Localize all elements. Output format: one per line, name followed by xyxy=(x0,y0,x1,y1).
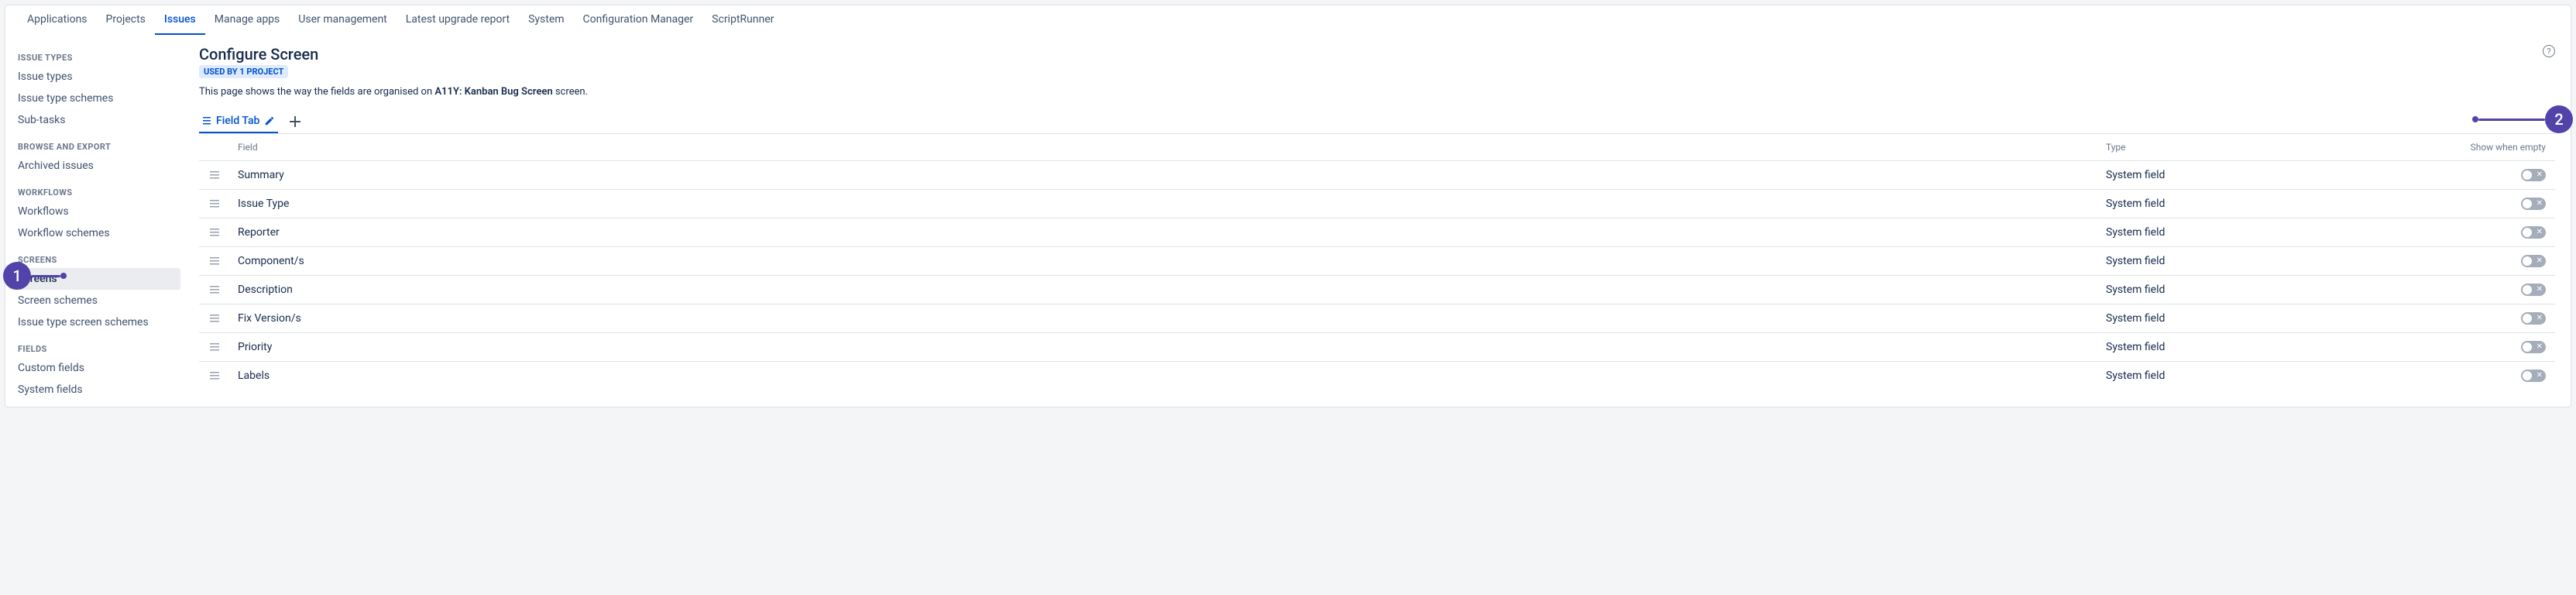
field-name: Reporter xyxy=(230,226,2106,239)
usage-badge[interactable]: USED BY 1 PROJECT xyxy=(199,65,288,78)
field-empty-toggle-cell: ✕ xyxy=(2431,370,2555,382)
field-name: Labels xyxy=(230,370,2106,382)
sidebar-group-title: ISSUE TYPES xyxy=(5,42,184,66)
table-row: LabelsSystem field ✕ xyxy=(199,361,2555,390)
sidebar-item-workflow-schemes[interactable]: Workflow schemes xyxy=(5,222,184,244)
field-type: System field xyxy=(2106,284,2431,296)
sidebar-group-title: BROWSE AND EXPORT xyxy=(5,131,184,155)
sidebar: ISSUE TYPESIssue typesIssue type schemes… xyxy=(5,36,184,407)
page-title: Configure Screen xyxy=(199,45,2555,64)
drag-handle-icon[interactable] xyxy=(199,228,230,237)
sidebar-item-archived-issues[interactable]: Archived issues xyxy=(5,155,184,177)
page-description: This page shows the way the fields are o… xyxy=(199,86,2555,98)
sidebar-item-issue-type-schemes[interactable]: Issue type schemes xyxy=(5,88,184,109)
drag-handle-icon[interactable] xyxy=(199,285,230,294)
field-empty-toggle-cell: ✕ xyxy=(2431,226,2555,239)
tabs-row: Field Tab xyxy=(199,110,2555,134)
field-name: Issue Type xyxy=(230,198,2106,210)
field-empty-toggle-cell: ✕ xyxy=(2431,312,2555,325)
sidebar-item-screen-schemes[interactable]: Screen schemes xyxy=(5,290,184,311)
drag-handle-icon[interactable] xyxy=(199,371,230,380)
field-name: Description xyxy=(230,284,2106,296)
table-header: Field Type Show when empty xyxy=(199,134,2555,160)
show-when-empty-toggle[interactable]: ✕ xyxy=(2521,284,2546,296)
field-type: System field xyxy=(2106,341,2431,353)
field-empty-toggle-cell: ✕ xyxy=(2431,198,2555,210)
field-name: Summary xyxy=(230,169,2106,181)
nav-tab-applications[interactable]: Applications xyxy=(18,5,97,35)
sidebar-item-workflows[interactable]: Workflows xyxy=(5,201,184,222)
field-empty-toggle-cell: ✕ xyxy=(2431,341,2555,353)
show-when-empty-toggle[interactable]: ✕ xyxy=(2521,226,2546,239)
desc-pre: This page shows the way the fields are o… xyxy=(199,86,434,98)
annotation-1: 1 xyxy=(3,262,67,290)
sidebar-item-issue-types[interactable]: Issue types xyxy=(5,66,184,88)
reorder-icon xyxy=(202,116,211,126)
admin-container: ApplicationsProjectsIssuesManage appsUse… xyxy=(5,5,2571,408)
nav-tab-projects[interactable]: Projects xyxy=(97,5,155,35)
annotation-2-circle: 2 xyxy=(2545,105,2573,133)
table-row: DescriptionSystem field ✕ xyxy=(199,275,2555,304)
field-type: System field xyxy=(2106,198,2431,210)
col-field-header: Field xyxy=(230,142,2106,153)
field-name: Fix Version/s xyxy=(230,312,2106,325)
sidebar-item-system-fields[interactable]: System fields xyxy=(5,379,184,401)
table-row: ReporterSystem field ✕ xyxy=(199,218,2555,246)
nav-tab-user-management[interactable]: User management xyxy=(289,5,396,35)
fields-table-body: SummarySystem field✕Issue TypeSystem fie… xyxy=(199,160,2555,390)
desc-screen-name: A11Y: Kanban Bug Screen xyxy=(434,86,552,98)
field-type: System field xyxy=(2106,226,2431,239)
drag-handle-icon[interactable] xyxy=(199,256,230,266)
show-when-empty-toggle[interactable]: ✕ xyxy=(2521,255,2546,267)
table-row: SummarySystem field ✕ xyxy=(199,160,2555,189)
sidebar-item-issue-type-screen-schemes[interactable]: Issue type screen schemes xyxy=(5,311,184,333)
annotation-2: 2 xyxy=(2472,105,2573,133)
col-empty-header: Show when empty xyxy=(2431,142,2555,153)
drag-handle-icon[interactable] xyxy=(199,170,230,180)
field-empty-toggle-cell: ✕ xyxy=(2431,169,2555,181)
field-type: System field xyxy=(2106,370,2431,382)
table-row: Component/sSystem field ✕ xyxy=(199,246,2555,275)
col-type-header: Type xyxy=(2106,142,2431,153)
drag-handle-icon[interactable] xyxy=(199,199,230,208)
nav-tab-scriptrunner[interactable]: ScriptRunner xyxy=(702,5,783,35)
plus-icon xyxy=(290,116,301,127)
nav-tab-latest-upgrade-report[interactable]: Latest upgrade report xyxy=(397,5,519,35)
pencil-icon[interactable] xyxy=(264,115,275,126)
show-when-empty-toggle[interactable]: ✕ xyxy=(2521,341,2546,353)
field-type: System field xyxy=(2106,255,2431,267)
annotation-1-circle: 1 xyxy=(3,262,31,290)
show-when-empty-toggle[interactable]: ✕ xyxy=(2521,370,2546,382)
help-icon[interactable]: ? xyxy=(2543,45,2555,57)
field-type: System field xyxy=(2106,169,2431,181)
sidebar-item-custom-fields[interactable]: Custom fields xyxy=(5,357,184,379)
field-type: System field xyxy=(2106,312,2431,325)
sidebar-item-sub-tasks[interactable]: Sub-tasks xyxy=(5,109,184,131)
add-tab-button[interactable] xyxy=(287,114,303,129)
field-name: Component/s xyxy=(230,255,2106,267)
field-empty-toggle-cell: ✕ xyxy=(2431,255,2555,267)
sidebar-group-title: FIELDS xyxy=(5,333,184,357)
field-name: Priority xyxy=(230,341,2106,353)
nav-tab-issues[interactable]: Issues xyxy=(155,5,205,35)
table-row: Fix Version/sSystem field ✕ xyxy=(199,304,2555,332)
table-row: Issue TypeSystem field ✕ xyxy=(199,189,2555,218)
field-empty-toggle-cell: ✕ xyxy=(2431,284,2555,296)
nav-tab-system[interactable]: System xyxy=(519,5,573,35)
nav-tab-configuration-manager[interactable]: Configuration Manager xyxy=(574,5,703,35)
content-area: ISSUE TYPESIssue typesIssue type schemes… xyxy=(5,36,2571,407)
desc-post: screen. xyxy=(553,86,588,98)
show-when-empty-toggle[interactable]: ✕ xyxy=(2521,312,2546,325)
drag-handle-icon[interactable] xyxy=(199,342,230,352)
main-panel: ? Configure Screen USED BY 1 PROJECT Thi… xyxy=(184,36,2571,407)
table-row: PrioritySystem field ✕ xyxy=(199,332,2555,361)
show-when-empty-toggle[interactable]: ✕ xyxy=(2521,169,2546,181)
nav-tab-manage-apps[interactable]: Manage apps xyxy=(205,5,290,35)
field-tab[interactable]: Field Tab xyxy=(199,110,278,133)
show-when-empty-toggle[interactable]: ✕ xyxy=(2521,198,2546,210)
sidebar-group-title: WORKFLOWS xyxy=(5,177,184,201)
drag-handle-icon[interactable] xyxy=(199,314,230,323)
field-tab-label: Field Tab xyxy=(216,115,259,127)
top-nav: ApplicationsProjectsIssuesManage appsUse… xyxy=(5,5,2571,36)
